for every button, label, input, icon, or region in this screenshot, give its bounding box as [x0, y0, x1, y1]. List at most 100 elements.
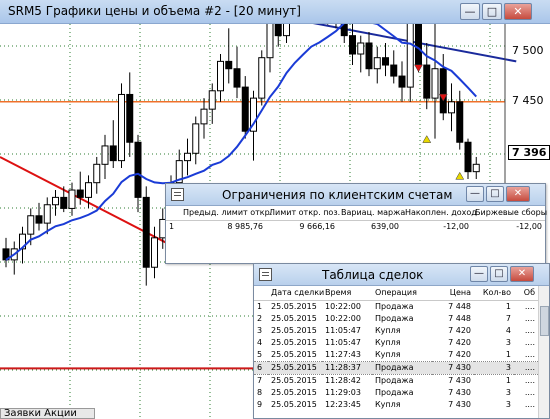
deals-window-row[interactable]: 3 25.05.2015 11:05:47 Купля 7 420 4....: [254, 325, 538, 337]
deals-window-col-header[interactable]: Операция: [372, 286, 432, 301]
deals-window-cell: ....: [524, 301, 535, 311]
candle-body: [349, 35, 356, 55]
deals-window-titlebar[interactable]: Таблица сделок — □ ✕: [254, 264, 549, 286]
deals-window-col-header[interactable]: Цена: [432, 286, 474, 301]
deals-window-cell: 3: [505, 337, 511, 347]
candle: [241, 76, 249, 139]
deals-window-col-header[interactable]: Время: [322, 286, 372, 301]
limits-window-cell: 8 985,76: [227, 221, 263, 231]
candle-body: [208, 90, 216, 110]
limits-window-row[interactable]: 1 8 985,76 9 666,16 639,00 -12,00 -12,00: [166, 220, 545, 233]
candle: [43, 197, 51, 235]
deals-window-row[interactable]: 2 25.05.2015 10:22:00 Продажа 7 448 7....: [254, 313, 538, 325]
limits-window-col-header[interactable]: Биржевые сборы: [472, 206, 547, 221]
candle: [109, 120, 117, 168]
deals-window-row[interactable]: 1 25.05.2015 10:22:00 Продажа 7 448 1....: [254, 300, 538, 313]
deals-window-col-header[interactable]: Об: [514, 286, 538, 301]
candle: [101, 134, 109, 180]
limits-table: Предыд. лимит откр. Лимит откр. поз. Вариа…: [166, 206, 547, 233]
candle: [217, 54, 224, 102]
deals-scrollbar[interactable]: [538, 286, 549, 418]
minimize-button[interactable]: —: [466, 186, 484, 202]
candle-body: [85, 182, 92, 198]
deals-window-col-header[interactable]: Дата сделки: [268, 286, 324, 301]
candle-body: [52, 196, 59, 206]
candle: [390, 50, 398, 84]
deals-window-row[interactable]: 4 25.05.2015 11:05:47 Купля 7 420 3....: [254, 337, 538, 349]
deals-window-cell: 25.05.2015: [271, 349, 317, 359]
deals-window-cell: ....: [524, 337, 535, 347]
candle-body: [151, 237, 158, 268]
deals-window-cell: ....: [524, 387, 535, 397]
deal-marker: [422, 135, 432, 143]
close-button[interactable]: ✕: [506, 186, 530, 202]
table-icon: [259, 268, 272, 281]
current-price-label: 7 396: [508, 145, 550, 160]
candle-body: [365, 42, 373, 70]
candle-body: [283, 24, 290, 37]
deals-window-cell: 7 430: [448, 399, 471, 409]
limits-window-cell: 1: [169, 221, 175, 231]
orders-tab[interactable]: Заявки Акции: [0, 408, 95, 419]
candle: [373, 46, 381, 84]
deals-window-cell: 7 420: [448, 337, 471, 347]
candle: [52, 190, 59, 216]
deals-window-col-header[interactable]: [254, 286, 268, 301]
maximize-button[interactable]: □: [490, 266, 508, 282]
chart-window-title: SRM5 Графики цены и объема #2 - [20 мину…: [8, 4, 301, 18]
candle-body: [233, 68, 241, 88]
deals-window-cell: 7 430: [448, 375, 471, 385]
candle-body: [43, 204, 51, 224]
candle-body: [35, 215, 43, 224]
limits-window-col-header[interactable]: [166, 206, 180, 221]
minimize-button[interactable]: —: [460, 3, 480, 20]
candle-body: [200, 108, 208, 125]
deals-window-col-header[interactable]: Кол-во: [474, 286, 514, 301]
candle-body: [258, 57, 266, 99]
deals-window-row[interactable]: 5 25.05.2015 11:27:43 Купля 7 420 1....: [254, 349, 538, 362]
limits-window-col-header[interactable]: Лимит откр. поз.: [266, 206, 340, 221]
deals-window-row[interactable]: 9 25.05.2015 12:23:45 Купля 7 430 3....: [254, 399, 538, 411]
limits-window-title: Ограничения по клиентским счетам: [222, 188, 453, 202]
deals-window-cell: 25.05.2015: [271, 337, 317, 347]
candle: [208, 83, 216, 124]
deals-window-cell: 11:05:47: [325, 337, 361, 347]
deals-window-cell: Продажа: [372, 360, 432, 375]
deals-window-cell: 4: [257, 337, 263, 347]
close-button[interactable]: ✕: [510, 266, 534, 282]
limits-window-titlebar[interactable]: Ограничения по клиентским счетам — □ ✕: [166, 184, 545, 206]
limits-window-col-header[interactable]: Накоплен. доход: [402, 206, 477, 221]
deals-window-cell: 3: [474, 360, 514, 375]
candle-body: [60, 196, 68, 209]
deals-window-row[interactable]: 8 25.05.2015 11:29:03 Продажа 7 430 3....: [254, 387, 538, 399]
deals-window-row[interactable]: 7 25.05.2015 11:28:42 Продажа 7 430 1....: [254, 374, 538, 387]
candle-body: [225, 60, 233, 70]
candle: [456, 90, 464, 150]
candle-body: [217, 60, 224, 92]
limits-window-cell: 639,00: [371, 221, 399, 231]
candle: [225, 28, 233, 84]
deal-marker: [455, 171, 465, 180]
candle: [382, 42, 389, 77]
deals-window-cell: 10:22:00: [325, 313, 361, 323]
deals-window-cell: 10:22:00: [325, 301, 361, 311]
deals-window-cell: 12:23:45: [325, 399, 361, 409]
candle-body: [382, 57, 389, 66]
deals-window-cell: Купля: [375, 337, 401, 347]
maximize-button[interactable]: □: [486, 186, 504, 202]
minimize-button[interactable]: —: [470, 266, 488, 282]
candle-body: [406, 24, 414, 88]
maximize-button[interactable]: □: [482, 3, 502, 20]
close-button[interactable]: ✕: [504, 3, 532, 20]
price-label-7500: 7 500: [512, 44, 544, 57]
limits-window-col-header[interactable]: Предыд. лимит откр.: [180, 206, 272, 221]
candle-body: [423, 64, 431, 99]
chart-window-titlebar[interactable]: SRM5 Графики цены и объема #2 - [20 мину…: [0, 0, 550, 24]
limits-window-col-header[interactable]: Вариац. маржа: [338, 206, 405, 221]
candle-body: [126, 93, 134, 143]
deals-window-cell: 25.05.2015: [271, 387, 317, 397]
deals-window-row[interactable]: 6 25.05.2015 11:28:37 Продажа 7 430 3....: [254, 360, 538, 375]
scrollbar-thumb[interactable]: [540, 306, 549, 336]
deals-window-cell: Купля: [375, 349, 401, 359]
deals-window-cell: ....: [524, 325, 535, 335]
